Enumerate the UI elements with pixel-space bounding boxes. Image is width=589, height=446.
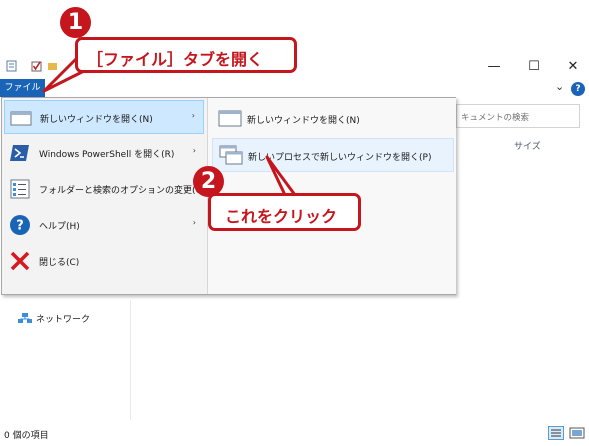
nav-item-label: ネットワーク bbox=[36, 315, 91, 325]
maximize-button[interactable]: ☐ bbox=[524, 58, 544, 76]
status-item-count: 0 個の項目 bbox=[4, 431, 49, 441]
network-icon bbox=[18, 313, 32, 323]
new-process-window-icon bbox=[219, 145, 243, 165]
powershell-icon bbox=[10, 145, 29, 161]
submenu-arrow-icon: › bbox=[191, 111, 195, 120]
step-badge-2: 2 bbox=[193, 166, 224, 197]
menu-item-label: 新しいウィンドウを開く(N) bbox=[40, 115, 153, 125]
window-icon bbox=[218, 110, 242, 127]
search-input[interactable]: キュメントの検索 bbox=[456, 104, 580, 128]
close-button[interactable]: ✕ bbox=[563, 58, 583, 76]
callout-open-file-tab: ［ファイル］タブを開く bbox=[75, 37, 297, 73]
menu-item-label: Windows PowerShell を開く(R) bbox=[39, 150, 175, 160]
menu-item-open-new-window[interactable]: 新しいウィンドウを開く(N) › bbox=[4, 100, 204, 134]
column-header-size[interactable]: サイズ bbox=[514, 139, 541, 152]
large-icons-view-icon[interactable] bbox=[569, 426, 585, 440]
submenu-item-label: 新しいウィンドウを開く(N) bbox=[247, 116, 360, 126]
menu-item-open-powershell[interactable]: Windows PowerShell を開く(R) › bbox=[4, 136, 204, 170]
callout-click-this: これをクリック bbox=[208, 193, 361, 231]
submenu-arrow-icon: › bbox=[192, 218, 196, 227]
options-icon bbox=[10, 179, 30, 199]
view-toggle-buttons bbox=[548, 424, 588, 442]
menu-item-help[interactable]: ? ヘルプ(H) › bbox=[4, 208, 204, 242]
ribbon-right-controls: ⌄ ? bbox=[549, 80, 589, 98]
submenu-item-open-new-process-window[interactable]: 新しいプロセスで新しいウィンドウを開く(P) bbox=[212, 138, 454, 172]
window-controls: — ☐ ✕ bbox=[479, 58, 589, 78]
step-badge-1: 1 bbox=[60, 7, 91, 38]
close-x-icon bbox=[10, 251, 30, 271]
file-tab[interactable]: ファイル bbox=[0, 79, 45, 97]
help-icon: ? bbox=[10, 215, 30, 235]
nav-item-network[interactable]: ネットワーク bbox=[18, 311, 138, 327]
file-menu-list: 新しいウィンドウを開く(N) › Windows PowerShell を開く(… bbox=[2, 98, 207, 294]
chevron-down-icon[interactable]: ⌄ bbox=[555, 80, 564, 93]
properties-icon[interactable] bbox=[6, 60, 17, 72]
menu-item-label: 閉じる(C) bbox=[39, 258, 80, 268]
details-view-icon[interactable] bbox=[548, 426, 564, 440]
help-circle-icon[interactable]: ? bbox=[571, 82, 585, 96]
menu-item-label: ヘルプ(H) bbox=[39, 222, 80, 232]
menu-item-close[interactable]: 閉じる(C) bbox=[4, 244, 204, 278]
minimize-button[interactable]: — bbox=[484, 58, 504, 76]
svg-text:?: ? bbox=[16, 219, 24, 234]
submenu-item-open-new-window[interactable]: 新しいウィンドウを開く(N) bbox=[212, 102, 454, 136]
menu-item-folder-options[interactable]: フォルダーと検索のオプションの変更(O) bbox=[4, 172, 207, 206]
submenu-arrow-icon: › bbox=[192, 146, 196, 155]
window-icon bbox=[10, 111, 32, 126]
menu-item-label: フォルダーと検索のオプションの変更(O) bbox=[39, 186, 207, 196]
